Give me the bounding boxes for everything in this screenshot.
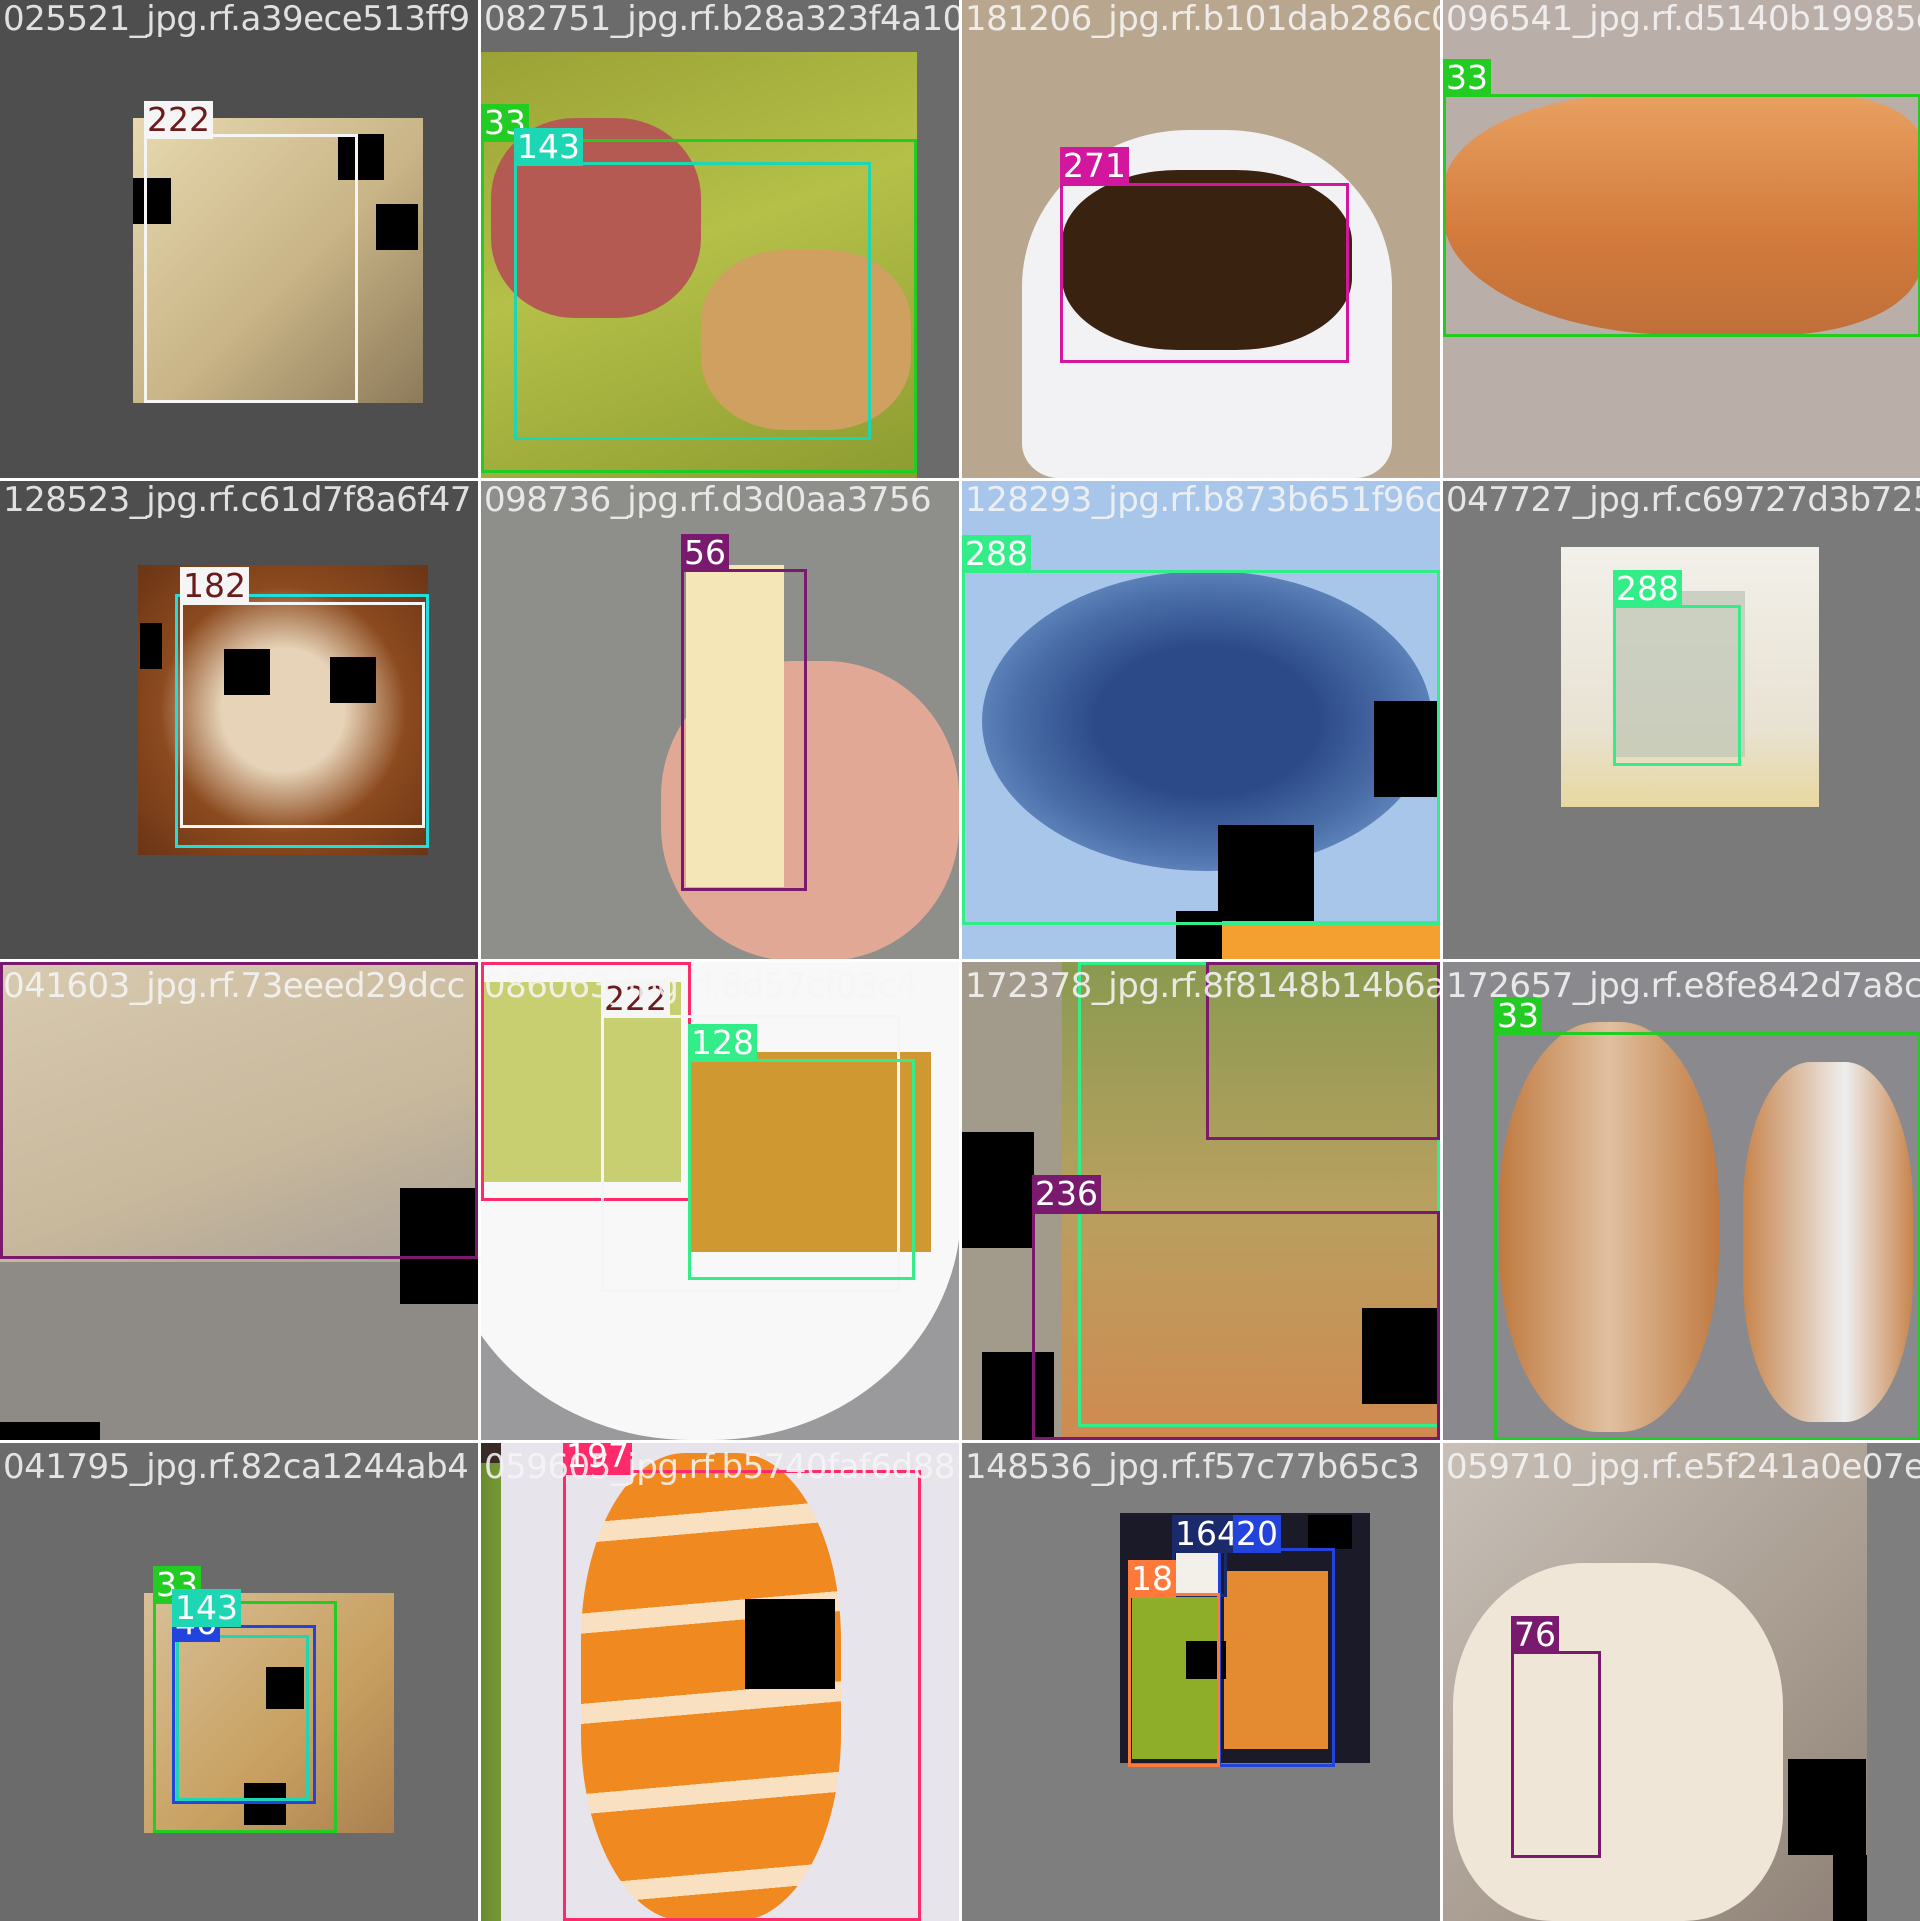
tile-15: 164 20 18 148536_jpg.rf.f57c77b65c3 [962, 1443, 1440, 1921]
plate-edge [1222, 921, 1440, 959]
tile-3: 271 181206_jpg.rf.b101dab286c0 [962, 0, 1440, 478]
class-label: 76 [1511, 1616, 1559, 1654]
filename-label: 059710_jpg.rf.e5f241a0e07e708 [1446, 1447, 1920, 1487]
tile-16: 76 059710_jpg.rf.e5f241a0e07e708 [1443, 1443, 1920, 1921]
tile-12: 33 172657_jpg.rf.e8fe842d7a8cd6a [1443, 962, 1920, 1440]
bbox [514, 162, 871, 440]
tile-7: 288 128293_jpg.rf.b873b651f96c [962, 481, 1440, 959]
tile-10: 77 222 128 086063_jpg.rf.8d57cf03c4 [481, 962, 959, 1440]
filename-label: 086063_jpg.rf.8d57cf03c4 [484, 966, 918, 1006]
tile-4: 33 096541_jpg.rf.d5140b19985d [1443, 0, 1920, 478]
cutout-mask [962, 1132, 1034, 1248]
cutout-mask [1788, 1759, 1866, 1855]
class-label: 271 [1060, 147, 1129, 185]
class-label: 164 [1172, 1515, 1241, 1553]
class-label: 143 [514, 128, 583, 166]
filename-label: 172378_jpg.rf.8f8148b14b6a577 [965, 966, 1440, 1006]
filename-label: 181206_jpg.rf.b101dab286c0 [965, 0, 1440, 39]
filename-label: 096541_jpg.rf.d5140b19985d [1446, 0, 1920, 39]
class-label: 288 [1613, 570, 1682, 608]
class-label: 143 [172, 1589, 241, 1627]
cutout-mask [1308, 1515, 1352, 1549]
tile-11: 294 136 236 172378_jpg.rf.8f8148b14b6a57… [962, 962, 1440, 1440]
bbox [144, 134, 358, 403]
bbox [1128, 1593, 1220, 1767]
tile-9: 56 041603_jpg.rf.73eeed29dcc [0, 962, 478, 1440]
cutout-mask [1833, 1855, 1867, 1921]
bbox [688, 1059, 915, 1280]
class-label: 182 [180, 567, 249, 605]
bbox [681, 569, 807, 891]
filename-label: 128523_jpg.rf.c61d7f8a6f47 [3, 481, 471, 520]
filename-label: 059605_jpg.rf.b5740faf6d881c [484, 1447, 959, 1487]
class-label: 294 [1078, 962, 1147, 965]
tile-5: 182 128523_jpg.rf.c61d7f8a6f47 [0, 481, 478, 959]
bbox [1494, 1032, 1920, 1440]
class-label: 288 [962, 535, 1031, 573]
tile-14: 197 059605_jpg.rf.b5740faf6d881c [481, 1443, 959, 1921]
filename-label: 025521_jpg.rf.a39ece513ff9 [3, 0, 470, 39]
class-label: 236 [1032, 1175, 1101, 1213]
filename-label: 148536_jpg.rf.f57c77b65c3 [965, 1447, 1420, 1487]
bbox [563, 1470, 921, 1921]
mug [1453, 1563, 1783, 1921]
bbox [0, 962, 478, 1259]
class-label: 33 [1443, 59, 1491, 97]
detection-mosaic: 222 025521_jpg.rf.a39ece513ff9 33 143 08… [0, 0, 1920, 1921]
class-label: 18 [1128, 1560, 1176, 1598]
class-label: 56 [681, 534, 729, 572]
bbox [1060, 183, 1349, 363]
bbox [1443, 94, 1920, 337]
tile-2: 33 143 082751_jpg.rf.b28a323f4a105 [481, 0, 959, 478]
tile-6: 56 098736_jpg.rf.d3d0aa3756 [481, 481, 959, 959]
filename-label: 128293_jpg.rf.b873b651f96c [965, 481, 1440, 520]
bbox [1032, 1211, 1440, 1440]
class-label: 128 [688, 1024, 757, 1062]
cutout-mask [376, 204, 418, 250]
class-label: 136 [1206, 962, 1275, 965]
filename-label: 098736_jpg.rf.d3d0aa3756 [484, 481, 932, 520]
bbox [1511, 1651, 1601, 1858]
class-label: 56 [0, 962, 48, 965]
cutout-mask [140, 623, 162, 669]
filename-label: 047727_jpg.rf.c69727d3b725 [1446, 481, 1920, 520]
class-label: 77 [481, 962, 529, 965]
tile-1: 222 025521_jpg.rf.a39ece513ff9 [0, 0, 478, 478]
filename-label: 041795_jpg.rf.82ca1244ab4 [3, 1447, 469, 1487]
tile-13: 46 33 143 041795_jpg.rf.82ca1244ab4 [0, 1443, 478, 1921]
tile-8: 288 047727_jpg.rf.c69727d3b725 [1443, 481, 1920, 959]
filename-label: 082751_jpg.rf.b28a323f4a105 [484, 0, 959, 39]
filename-label: 041603_jpg.rf.73eeed29dcc [3, 966, 465, 1006]
bbox [1613, 605, 1741, 766]
bbox [176, 1635, 309, 1801]
filename-label: 172657_jpg.rf.e8fe842d7a8cd6a [1446, 966, 1920, 1006]
class-label: 20 [1233, 1515, 1281, 1553]
bbox [180, 602, 425, 828]
class-label: 222 [144, 101, 213, 139]
cutout-mask [0, 1422, 100, 1440]
bbox [962, 570, 1440, 925]
bbox [1218, 1548, 1335, 1767]
